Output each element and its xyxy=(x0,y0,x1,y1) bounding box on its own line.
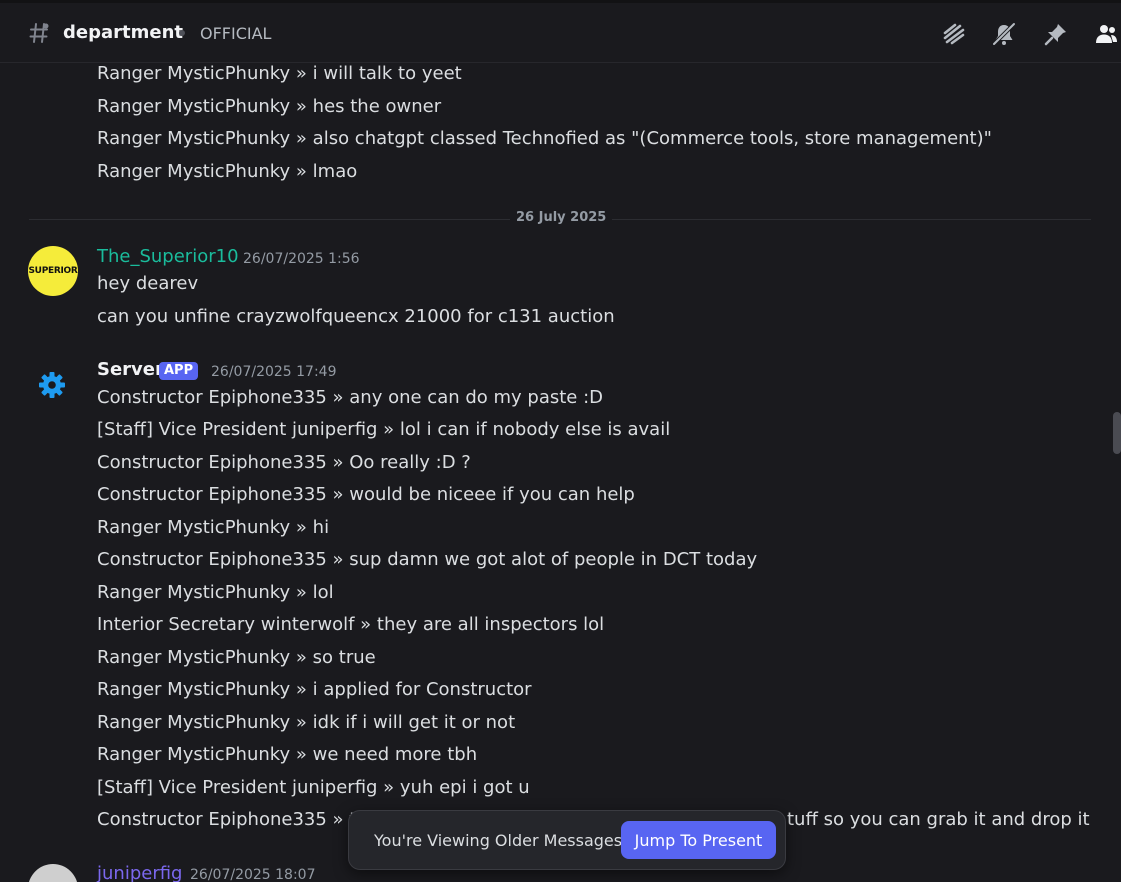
separator-dot xyxy=(179,30,185,36)
message-line: [Staff] Vice President juniperfig » yuh … xyxy=(97,777,530,798)
message-line: Constructor Epiphone335 » any one can do… xyxy=(97,387,604,408)
author-name[interactable]: Server xyxy=(97,359,164,380)
author-name[interactable]: juniperfig xyxy=(97,863,182,882)
avatar[interactable] xyxy=(28,864,78,882)
older-messages-bar: You're Viewing Older Messages Jump To Pr… xyxy=(348,810,786,870)
avatar-text: SUPERIOR xyxy=(28,266,78,276)
message-line: Ranger MysticPhunky » lol xyxy=(97,582,334,603)
message-line-partial-end: tuff so you can grab it and drop it xyxy=(787,809,1090,830)
message-line: Ranger MysticPhunky » i will talk to yee… xyxy=(97,64,462,84)
message-line: Ranger MysticPhunky » hi xyxy=(97,517,330,538)
message-line: Ranger MysticPhunky » lmao xyxy=(97,161,358,182)
jump-to-present-button[interactable]: Jump To Present xyxy=(621,821,776,859)
members-icon[interactable] xyxy=(1093,21,1119,47)
message-timestamp: 26/07/2025 18:07 xyxy=(190,867,316,882)
mute-bell-icon[interactable] xyxy=(991,21,1017,47)
message-line: Ranger MysticPhunky » i applied for Cons… xyxy=(97,679,532,700)
message-line: Ranger MysticPhunky » so true xyxy=(97,647,376,668)
gear-icon[interactable] xyxy=(37,370,67,400)
message-line: Constructor Epiphone335 » would be nicee… xyxy=(97,484,635,505)
message-line: hey dearev xyxy=(97,273,199,294)
message-timestamp: 26/07/2025 17:49 xyxy=(211,364,337,380)
message-line: Ranger MysticPhunky » also chatgpt class… xyxy=(97,128,992,149)
scrollbar-thumb[interactable] xyxy=(1113,412,1121,454)
message-line: Interior Secretary winterwolf » they are… xyxy=(97,614,605,635)
author-name[interactable]: The_Superior10 xyxy=(97,246,239,267)
message-timestamp: 26/07/2025 1:56 xyxy=(243,251,360,267)
message-line: can you unfine crayzwolfqueencx 21000 fo… xyxy=(97,306,615,327)
threads-icon[interactable] xyxy=(941,21,967,47)
message-line: Constructor Epiphone335 » Oo really :D ? xyxy=(97,452,471,473)
channel-header: department OFFICIAL xyxy=(0,3,1121,63)
discord-window: department OFFICIAL Ranger MysticPhunky … xyxy=(0,0,1121,882)
message-list[interactable]: Ranger MysticPhunky » i will talk to yee… xyxy=(0,64,1110,882)
channel-name: department xyxy=(63,22,183,43)
message-line: Ranger MysticPhunky » we need more tbh xyxy=(97,744,478,765)
app-badge: APP xyxy=(159,362,199,380)
message-line: Ranger MysticPhunky » idk if i will get … xyxy=(97,712,516,733)
older-messages-text: You're Viewing Older Messages xyxy=(374,831,623,850)
message-line: Ranger MysticPhunky » hes the owner xyxy=(97,96,442,117)
pin-icon[interactable] xyxy=(1043,21,1069,47)
hash-channel-icon xyxy=(29,23,49,43)
channel-topic: OFFICIAL xyxy=(200,24,272,43)
date-divider-label: 26 July 2025 xyxy=(510,210,613,225)
avatar[interactable]: SUPERIOR xyxy=(28,246,78,296)
message-line-partial-start: Constructor Epiphone335 » ty xyxy=(97,809,367,830)
message-line: [Staff] Vice President juniperfig » lol … xyxy=(97,419,671,440)
message-line: Constructor Epiphone335 » sup damn we go… xyxy=(97,549,758,570)
